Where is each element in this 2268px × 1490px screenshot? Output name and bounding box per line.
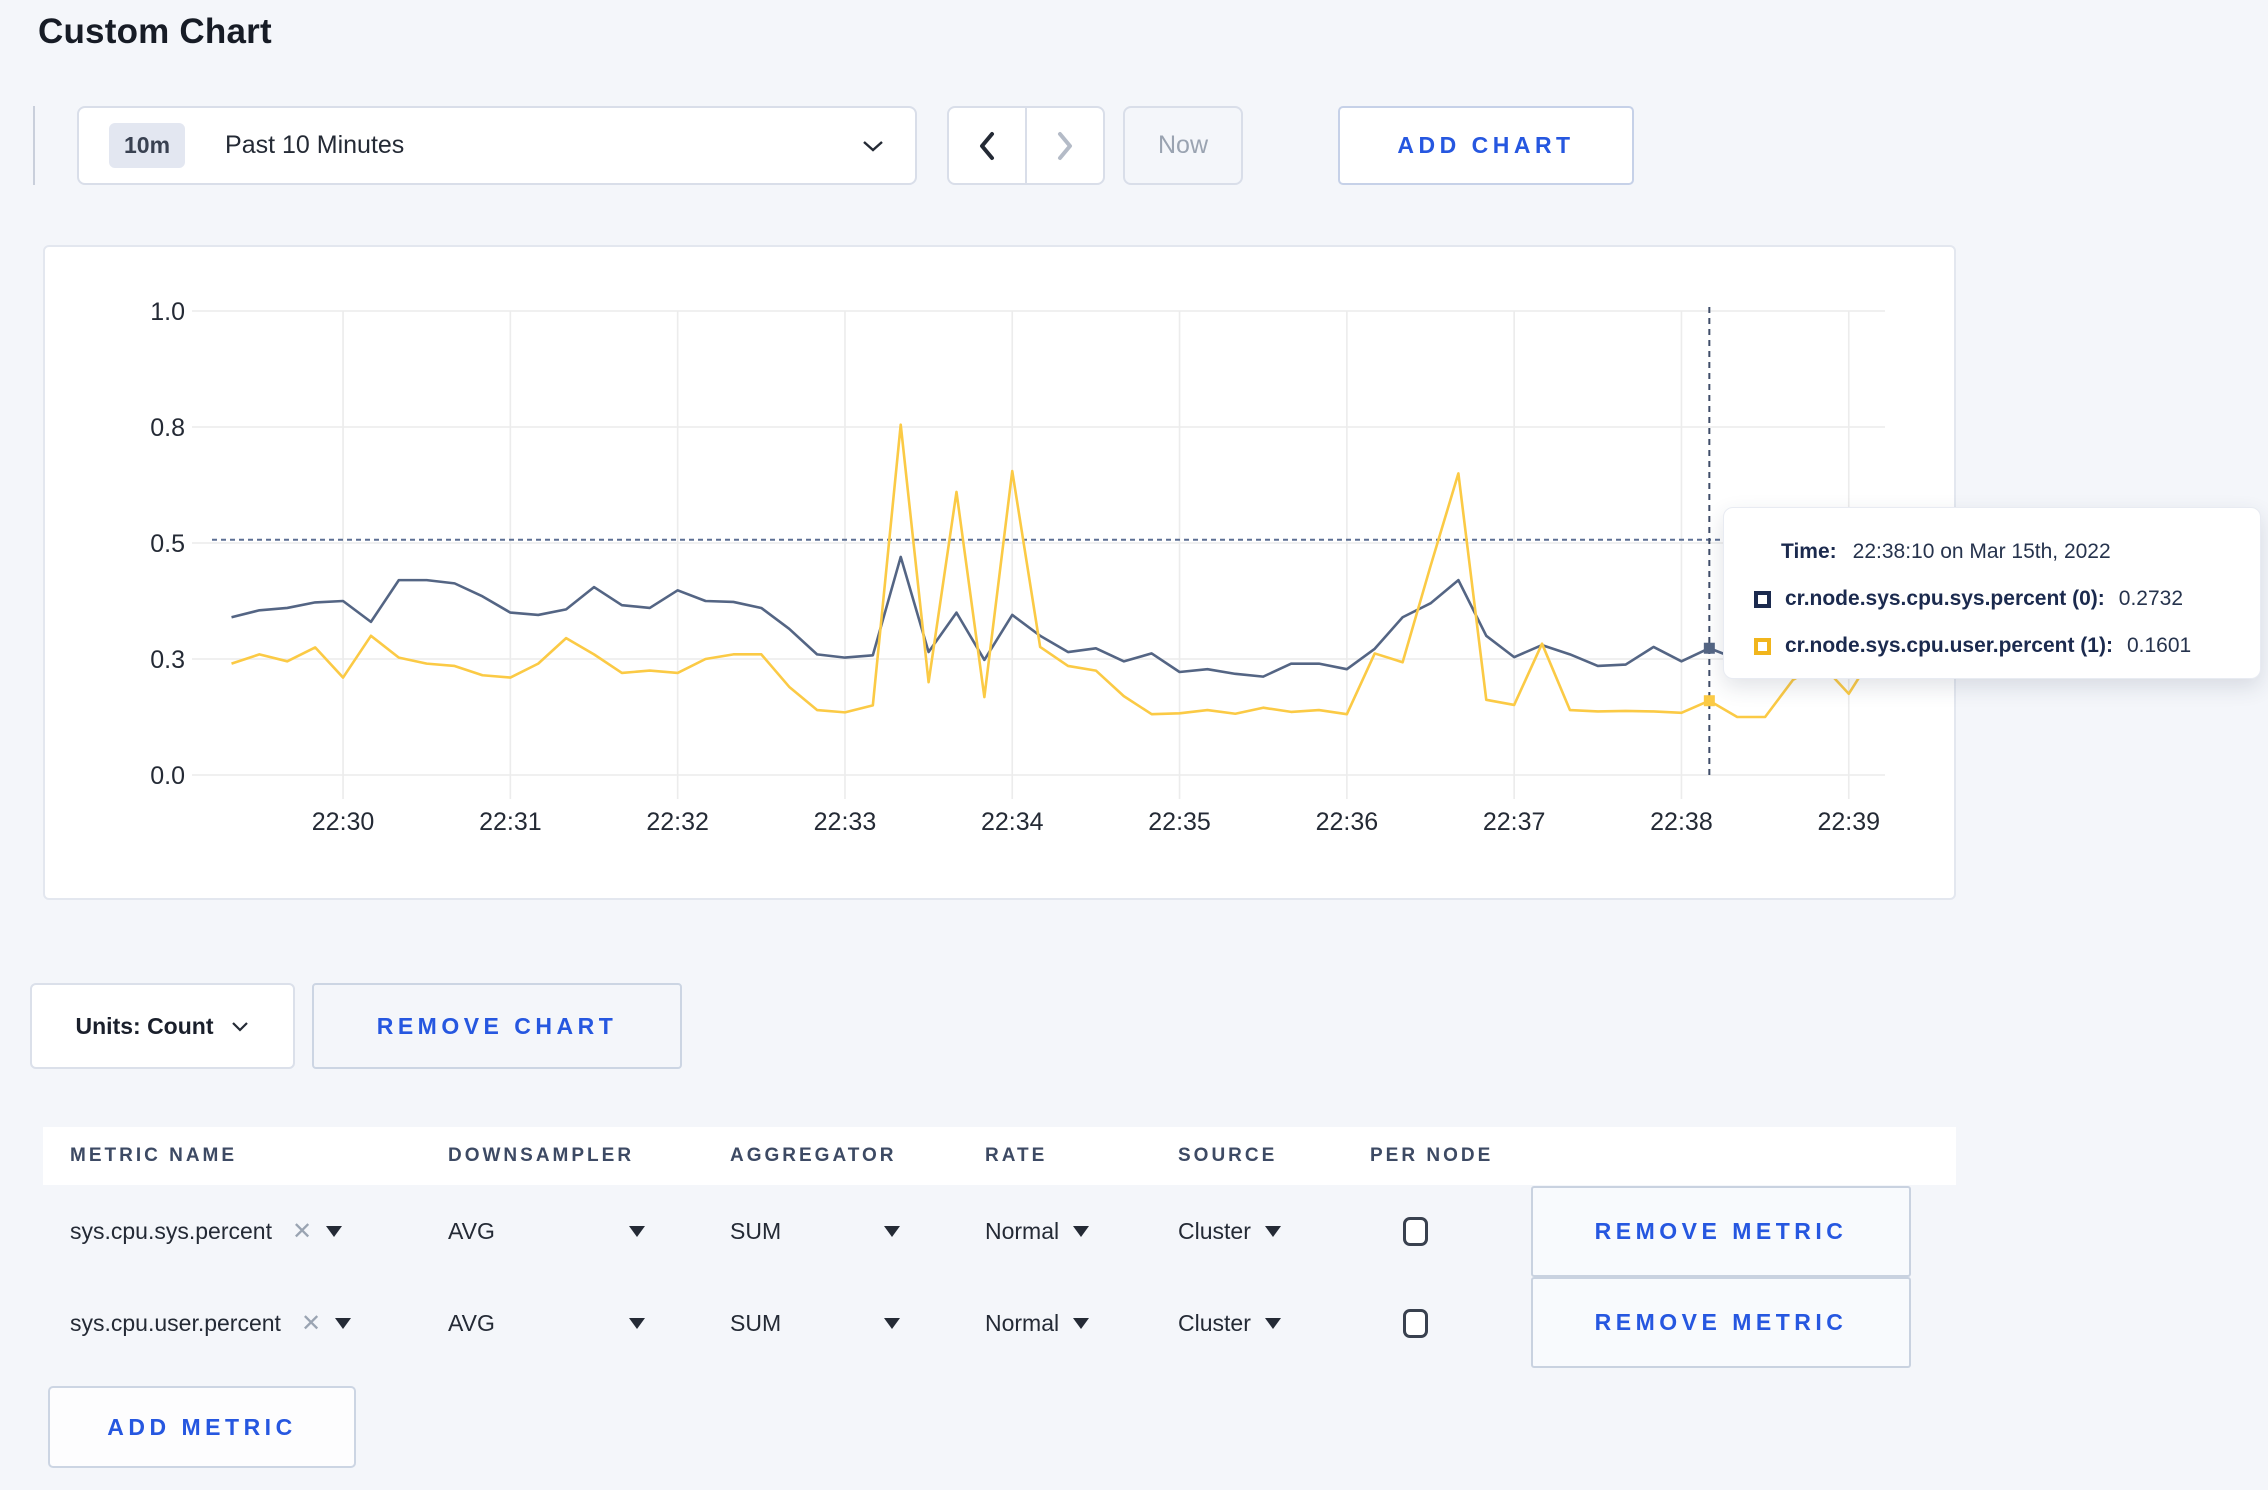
metrics-table: METRIC NAME DOWNSAMPLER AGGREGATOR RATE …: [43, 1127, 1956, 1468]
svg-text:22:32: 22:32: [646, 808, 709, 836]
metric-name-select[interactable]: sys.cpu.user.percent: [70, 1310, 281, 1337]
time-nav-group: [947, 106, 1105, 185]
remove-chart-button[interactable]: REMOVE CHART: [312, 983, 682, 1069]
tooltip-series-label: cr.node.sys.cpu.sys.percent (0):: [1785, 587, 2105, 610]
units-label: Units: Count: [75, 1012, 214, 1039]
tooltip-series-row: cr.node.sys.cpu.user.percent (1): 0.1601: [1754, 634, 2250, 658]
tooltip-series-label: cr.node.sys.cpu.user.percent (1):: [1785, 634, 2113, 657]
tooltip-series-value: 0.2732: [2118, 587, 2184, 610]
metric-name-select[interactable]: sys.cpu.sys.percent: [70, 1218, 272, 1245]
chevron-down-icon[interactable]: [629, 1317, 645, 1329]
now-button[interactable]: Now: [1123, 106, 1243, 185]
chevron-down-icon[interactable]: [884, 1317, 900, 1329]
rate-value[interactable]: Normal: [985, 1218, 1059, 1245]
col-header-downsampler: DOWNSAMPLER: [448, 1145, 635, 1166]
rate-value[interactable]: Normal: [985, 1310, 1059, 1337]
toolbar-left-rule: [33, 106, 35, 185]
remove-metric-button[interactable]: REMOVE METRIC: [1531, 1276, 1911, 1368]
add-metric-button[interactable]: ADD METRIC: [48, 1386, 356, 1468]
prev-time-button[interactable]: [949, 108, 1025, 183]
svg-text:0.3: 0.3: [150, 646, 185, 674]
time-range-label: Past 10 Minutes: [225, 131, 405, 159]
col-header-metric-name: METRIC NAME: [70, 1145, 238, 1166]
chart-card: 0.0 0.3 0.5 0.8 1.0 22:30 22:31 22:32 22:33 22:34…: [43, 245, 2261, 902]
tooltip-time-value: 22:38:10 on Mar 15th, 2022: [1852, 540, 2111, 563]
time-range-badge: 10m: [109, 123, 186, 168]
svg-text:1.0: 1.0: [150, 298, 185, 326]
chevron-down-icon[interactable]: [1073, 1225, 1090, 1237]
tooltip-time-label: Time:: [1781, 540, 1837, 563]
svg-text:0.5: 0.5: [150, 530, 185, 558]
per-node-checkbox[interactable]: [1403, 1308, 1428, 1338]
series-swatch-icon: [1754, 590, 1771, 608]
svg-text:22:35: 22:35: [1148, 808, 1211, 836]
svg-text:0.8: 0.8: [150, 414, 185, 442]
table-row: sys.cpu.sys.percent ✕ AVG SUM Normal Clu…: [43, 1185, 1956, 1277]
chart-tooltip: Time: 22:38:10 on Mar 15th, 2022 cr.node…: [1723, 507, 2261, 679]
svg-text:22:34: 22:34: [981, 808, 1044, 836]
svg-text:22:38: 22:38: [1650, 808, 1713, 836]
per-node-checkbox[interactable]: [1403, 1216, 1428, 1246]
tooltip-series-row: cr.node.sys.cpu.sys.percent (0): 0.2732: [1754, 587, 2250, 611]
downsampler-value[interactable]: AVG: [448, 1218, 495, 1245]
series-swatch-icon: [1754, 637, 1771, 655]
svg-text:22:31: 22:31: [479, 808, 542, 836]
metrics-table-header: METRIC NAME DOWNSAMPLER AGGREGATOR RATE …: [43, 1127, 1956, 1185]
chevron-down-icon[interactable]: [629, 1225, 645, 1237]
svg-text:22:36: 22:36: [1316, 808, 1379, 836]
chevron-down-icon[interactable]: [1264, 1225, 1281, 1237]
time-range-dropdown[interactable]: 10m Past 10 Minutes: [77, 106, 917, 185]
col-header-rate: RATE: [985, 1145, 1048, 1166]
chevron-down-icon[interactable]: [1073, 1317, 1090, 1329]
tooltip-time-row: Time: 22:38:10 on Mar 15th, 2022: [1781, 540, 2250, 564]
add-chart-button[interactable]: ADD CHART: [1338, 106, 1634, 185]
chevron-down-icon[interactable]: [884, 1225, 900, 1237]
svg-text:22:33: 22:33: [814, 808, 877, 836]
table-row: sys.cpu.user.percent ✕ AVG SUM Normal Cl…: [43, 1276, 1956, 1369]
svg-text:22:30: 22:30: [312, 808, 375, 836]
svg-text:22:39: 22:39: [1817, 808, 1880, 836]
svg-text:0.0: 0.0: [150, 762, 185, 790]
page-title: Custom Chart: [38, 12, 272, 51]
next-time-button[interactable]: [1025, 108, 1103, 183]
chevron-down-icon: [861, 139, 885, 153]
chevron-down-icon[interactable]: [326, 1225, 343, 1237]
clear-metric-icon[interactable]: ✕: [292, 1217, 312, 1246]
remove-metric-button[interactable]: REMOVE METRIC: [1531, 1185, 1911, 1277]
downsampler-value[interactable]: AVG: [448, 1310, 495, 1337]
chevron-down-icon[interactable]: [335, 1317, 352, 1329]
source-value[interactable]: Cluster: [1178, 1310, 1251, 1337]
aggregator-value[interactable]: SUM: [730, 1310, 781, 1337]
clear-metric-icon[interactable]: ✕: [301, 1309, 321, 1338]
tooltip-series-value: 0.1601: [2126, 634, 2192, 657]
source-value[interactable]: Cluster: [1178, 1218, 1251, 1245]
chart-svg[interactable]: 0.0 0.3 0.5 0.8 1.0 22:30 22:31 22:32 22:33 22:34…: [45, 247, 1958, 902]
col-header-per-node: PER NODE: [1370, 1145, 1494, 1166]
svg-text:22:37: 22:37: [1483, 808, 1546, 836]
chevron-down-icon[interactable]: [1264, 1317, 1281, 1329]
col-header-source: SOURCE: [1178, 1145, 1278, 1166]
chart-actions-row: Units: Count REMOVE CHART: [30, 983, 2268, 1069]
chevron-down-icon: [232, 1021, 249, 1032]
toolbar: 10m Past 10 Minutes Now ADD CHART: [33, 106, 2268, 185]
col-header-aggregator: AGGREGATOR: [730, 1145, 897, 1166]
aggregator-value[interactable]: SUM: [730, 1218, 781, 1245]
units-dropdown[interactable]: Units: Count: [30, 983, 295, 1069]
